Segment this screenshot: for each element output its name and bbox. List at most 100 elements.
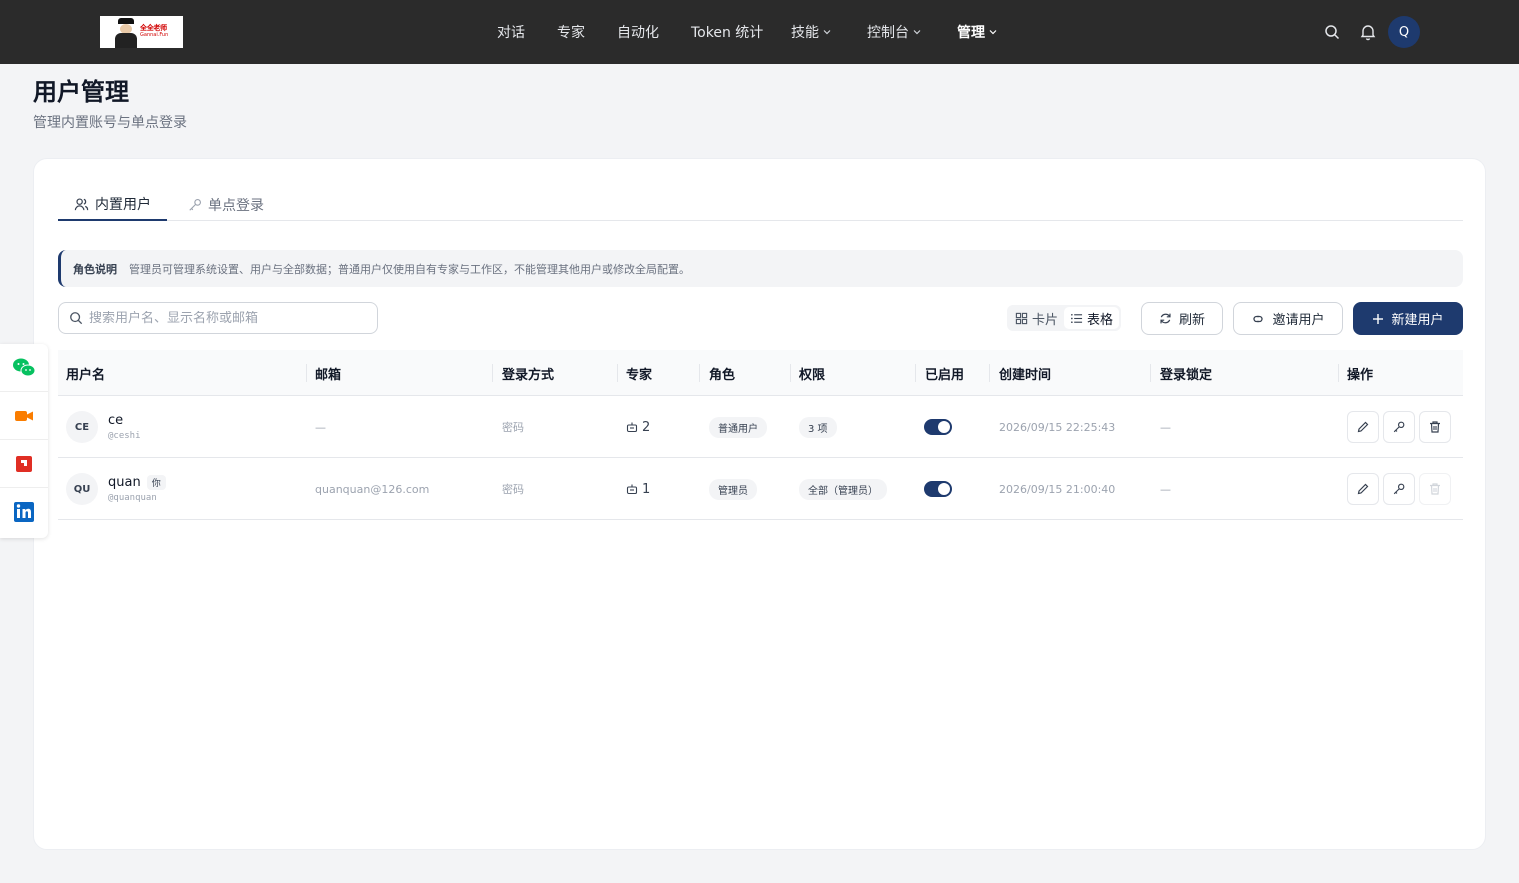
permissions-cell: 全部（管理员） — [799, 458, 887, 520]
enabled-toggle[interactable] — [924, 419, 952, 435]
actions-cell — [1347, 396, 1455, 458]
site-logo[interactable]: 全全老师 Gannai.Fun — [100, 16, 183, 48]
linkedin-link[interactable] — [0, 488, 48, 536]
enabled-toggle[interactable] — [924, 481, 952, 497]
pencil-icon — [1357, 483, 1369, 495]
view-table-button[interactable]: 表格 — [1064, 307, 1120, 329]
page-subtitle: 管理内置账号与单点登录 — [33, 115, 187, 131]
chevron-down-icon — [989, 30, 997, 35]
notice-text: 管理员可管理系统设置、用户与全部数据；普通用户仅使用自有专家与工作区，不能管理其… — [129, 262, 690, 276]
view-toggle: 卡片 表格 — [1007, 305, 1122, 331]
red-app-icon — [16, 455, 32, 472]
column-header-email[interactable]: 邮箱 — [315, 350, 341, 396]
edit-button[interactable] — [1347, 411, 1379, 443]
column-header-username[interactable]: 用户名 — [66, 350, 105, 396]
expert-count-cell: 2 — [626, 396, 650, 458]
search-icon — [70, 312, 83, 325]
user-management-card: 内置用户 单点登录 角色说明 管理员可管理系统设置、用户与全部数据；普通用户仅使… — [33, 158, 1486, 850]
user-email: quanquan@126.com — [315, 482, 430, 496]
nav-item-skills[interactable]: 技能 — [791, 22, 832, 42]
delete-button[interactable] — [1419, 411, 1451, 443]
column-header-enabled[interactable]: 已启用 — [925, 350, 964, 396]
nav-item-console[interactable]: 控制台 — [867, 22, 922, 42]
page-title: 用户管理 — [33, 78, 129, 106]
search-box[interactable] — [58, 302, 378, 334]
nav-item-token-stats[interactable]: Token 统计 — [691, 22, 763, 42]
lock-status: — — [1160, 482, 1171, 496]
view-card-button[interactable]: 卡片 — [1009, 307, 1064, 329]
table-row: QU quan 你 @quanquan quanquan@126.com 密码 1… — [58, 458, 1463, 520]
user-avatar: QU — [66, 473, 98, 505]
created-time: 2026/09/15 21:00:40 — [999, 482, 1116, 496]
role-notice: 角色说明 管理员可管理系统设置、用户与全部数据；普通用户仅使用自有专家与工作区，… — [58, 250, 1463, 287]
top-navbar: 全全老师 Gannai.Fun 对话 专家 自动化 Token 统计 技能 控制… — [0, 0, 1519, 64]
red-app-link[interactable] — [0, 440, 48, 488]
search-input[interactable] — [89, 310, 359, 326]
expert-count-cell: 1 — [626, 458, 650, 520]
role-cell: 普通用户 — [709, 396, 767, 458]
role-badge: 普通用户 — [709, 416, 767, 438]
role-badge: 管理员 — [709, 478, 757, 500]
table-row: CE ce @ceshi — 密码 2 普通用户 3 项 2026/09/15 … — [58, 396, 1463, 458]
expert-count: 2 — [642, 419, 651, 435]
you-badge: 你 — [146, 475, 166, 490]
nav-item-admin[interactable]: 管理 — [957, 22, 998, 42]
tab-bar: 内置用户 单点登录 — [58, 189, 1463, 221]
column-header-created[interactable]: 创建时间 — [999, 350, 1051, 396]
refresh-button[interactable]: 刷新 — [1141, 302, 1223, 335]
trash-icon — [1430, 483, 1440, 495]
refresh-icon — [1160, 313, 1171, 324]
trash-icon — [1430, 421, 1440, 433]
list-icon — [1071, 313, 1083, 323]
users-icon — [74, 197, 89, 210]
user-name: quan — [108, 475, 141, 490]
wechat-link[interactable] — [0, 344, 48, 392]
delete-button-disabled — [1419, 473, 1451, 505]
role-cell: 管理员 — [709, 458, 757, 520]
notice-label: 角色说明 — [73, 262, 117, 276]
permissions-badge: 3 项 — [799, 416, 837, 438]
chevron-down-icon — [913, 30, 921, 35]
nav-item-experts[interactable]: 专家 — [557, 22, 585, 42]
nav-item-automation[interactable]: 自动化 — [617, 22, 659, 42]
login-method: 密码 — [502, 483, 524, 496]
table-header: 用户名 邮箱 登录方式 专家 角色 权限 已启用 创建时间 登录锁定 操作 — [58, 350, 1463, 396]
new-user-button[interactable]: 新建用户 — [1353, 302, 1463, 335]
user-handle: @ceshi — [108, 431, 141, 441]
plus-icon — [1373, 313, 1384, 324]
reset-password-button[interactable] — [1383, 411, 1415, 443]
permissions-badge: 全部（管理员） — [799, 478, 887, 500]
key-icon — [189, 199, 201, 211]
column-header-experts[interactable]: 专家 — [626, 350, 652, 396]
video-channel-link[interactable] — [0, 392, 48, 440]
chevron-down-icon — [823, 30, 831, 35]
logo-figure — [114, 18, 138, 48]
video-channel-icon — [15, 410, 33, 421]
enabled-cell — [924, 458, 952, 520]
tab-sso[interactable]: 单点登录 — [188, 189, 264, 221]
bell-icon[interactable] — [1359, 23, 1377, 41]
robot-icon — [626, 422, 638, 433]
user-avatar: CE — [66, 411, 98, 443]
user-cell: QU quan 你 @quanquan — [66, 458, 166, 520]
logo-subtext: Gannai.Fun — [140, 32, 169, 38]
column-header-role[interactable]: 角色 — [709, 350, 735, 396]
edit-button[interactable] — [1347, 473, 1379, 505]
column-header-lock[interactable]: 登录锁定 — [1160, 350, 1212, 396]
search-icon[interactable] — [1323, 23, 1341, 41]
linkedin-icon — [14, 502, 34, 522]
nav-item-chat[interactable]: 对话 — [497, 22, 525, 42]
reset-password-button[interactable] — [1383, 473, 1415, 505]
tab-builtin-users[interactable]: 内置用户 — [58, 189, 167, 221]
link-icon — [1253, 315, 1264, 322]
pencil-icon — [1357, 421, 1369, 433]
user-cell: CE ce @ceshi — [66, 396, 141, 458]
column-header-login-method[interactable]: 登录方式 — [502, 350, 554, 396]
user-avatar[interactable]: Q — [1388, 16, 1420, 48]
key-icon — [1393, 421, 1405, 433]
column-header-permissions[interactable]: 权限 — [799, 350, 825, 396]
invite-user-button[interactable]: 邀请用户 — [1233, 302, 1343, 335]
enabled-cell — [924, 396, 952, 458]
actions-cell — [1347, 458, 1455, 520]
grid-icon — [1015, 312, 1028, 324]
